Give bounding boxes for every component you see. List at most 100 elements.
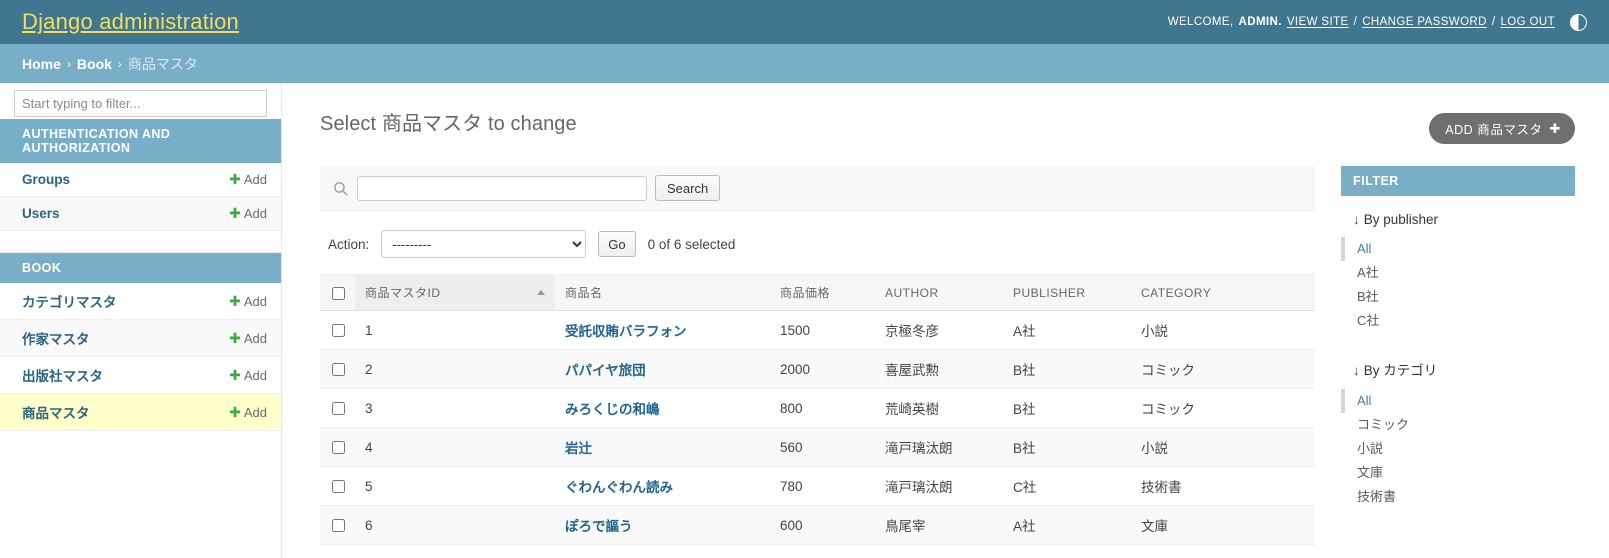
table-row[interactable]: 1 受託収賄バラフォン 1500 京極冬彦 A社 小説 <box>320 310 1315 350</box>
row-link[interactable]: みろくじの和嶋 <box>565 402 660 417</box>
row-link[interactable]: 岩辻 <box>565 441 592 456</box>
sidebar-add-users[interactable]: ✚ Add <box>229 205 267 222</box>
go-button[interactable]: Go <box>598 231 636 257</box>
select-all-header <box>320 274 355 311</box>
nav-filter-input[interactable] <box>14 90 267 117</box>
table-row[interactable]: 5 ぐわんぐわん読み 780 滝戸璃汰朗 C社 技術書 <box>320 466 1315 506</box>
sidebar-item-category-master[interactable]: カテゴリマスタ ✚ Add <box>0 283 281 320</box>
filter-option-category-bunko[interactable]: 文庫 <box>1341 461 1575 485</box>
column-header-id[interactable]: 商品マスタID <box>355 274 555 311</box>
table-row[interactable]: 2 パパイヤ旅団 2000 喜屋武勲 B社 コミック <box>320 349 1315 389</box>
breadcrumb: Home › Book › 商品マスタ <box>0 44 1609 83</box>
filter-group-title-category[interactable]: ↓ By カテゴリ <box>1341 343 1575 389</box>
table-row[interactable]: 4 岩辻 560 滝戸璃汰朗 B社 小説 <box>320 427 1315 467</box>
app-caption-auth[interactable]: AUTHENTICATION AND AUTHORIZATION <box>0 119 281 163</box>
filter-option-label[interactable]: C社 <box>1357 313 1379 328</box>
filter-list-category: All コミック 小説 文庫 技術書 <box>1341 389 1575 519</box>
filter-option-publisher-b[interactable]: B社 <box>1341 285 1575 309</box>
cell-category: コミック <box>1131 349 1315 389</box>
result-count: 6 商品マスタ <box>320 545 1315 558</box>
column-header-price[interactable]: 商品価格 <box>770 274 875 311</box>
filter-option-publisher-all[interactable]: All <box>1341 237 1575 261</box>
sidebar-add-author-master[interactable]: ✚ Add <box>229 330 267 347</box>
filter-option-category-comic[interactable]: コミック <box>1341 413 1575 437</box>
change-password-link[interactable]: CHANGE PASSWORD <box>1362 16 1487 28</box>
view-site-link[interactable]: VIEW SITE <box>1287 16 1349 28</box>
row-select-cell <box>320 466 355 506</box>
filter-option-label[interactable]: 技術書 <box>1357 489 1396 504</box>
app-caption-book[interactable]: BOOK <box>0 253 281 283</box>
cell-id: 2 <box>355 349 555 389</box>
cell-id: 1 <box>355 310 555 350</box>
plus-icon: ✚ <box>229 366 241 383</box>
filter-option-label[interactable]: All <box>1357 393 1371 408</box>
row-link[interactable]: パパイヤ旅団 <box>565 363 646 378</box>
plus-icon: ✚ <box>1549 120 1561 136</box>
sidebar-app-gap <box>0 231 281 253</box>
row-link[interactable]: 受託収賄バラフォン <box>565 324 687 339</box>
filter-option-category-novel[interactable]: 小説 <box>1341 437 1575 461</box>
filter-option-category-technical[interactable]: 技術書 <box>1341 485 1575 509</box>
sidebar-item-groups[interactable]: Groups ✚ Add <box>0 163 281 197</box>
sidebar-item-publisher-master-label[interactable]: 出版社マスタ <box>22 365 103 385</box>
log-out-link[interactable]: LOG OUT <box>1500 16 1555 28</box>
sidebar-add-publisher-master[interactable]: ✚ Add <box>229 367 267 384</box>
column-header-title[interactable]: 商品名 <box>555 274 770 311</box>
filter-option-label[interactable]: コミック <box>1357 417 1409 432</box>
column-header-category[interactable]: CATEGORY <box>1131 274 1315 311</box>
filter-option-category-all[interactable]: All <box>1341 389 1575 413</box>
cell-publisher: B社 <box>1003 349 1131 389</box>
cell-price: 800 <box>770 388 875 428</box>
theme-toggle-icon[interactable] <box>1570 13 1587 31</box>
select-all-checkbox[interactable] <box>332 286 345 300</box>
table-row[interactable]: 3 みろくじの和嶋 800 荒崎英樹 B社 コミック <box>320 388 1315 428</box>
filter-option-label[interactable]: A社 <box>1357 265 1379 280</box>
column-header-author[interactable]: AUTHOR <box>875 274 1003 311</box>
sidebar-add-product-master[interactable]: ✚ Add <box>229 404 267 421</box>
sidebar-item-category-master-label[interactable]: カテゴリマスタ <box>22 291 117 311</box>
row-checkbox[interactable] <box>332 363 345 377</box>
sidebar-item-users[interactable]: Users ✚ Add <box>0 197 281 231</box>
action-select[interactable]: --------- <box>381 230 587 258</box>
filter-option-label[interactable]: All <box>1357 241 1371 256</box>
row-checkbox[interactable] <box>332 441 345 455</box>
column-header-publisher[interactable]: PUBLISHER <box>1003 274 1131 311</box>
breadcrumb-app[interactable]: Book <box>77 56 112 72</box>
sidebar-item-product-master[interactable]: 商品マスタ ✚ Add <box>0 394 281 431</box>
table-row[interactable]: 6 ぽろで謳う 600 鳥尾宰 A社 文庫 <box>320 505 1315 545</box>
row-select-cell <box>320 310 355 350</box>
sidebar-empty-space <box>0 431 281 558</box>
sidebar-add-groups[interactable]: ✚ Add <box>229 171 267 188</box>
row-checkbox[interactable] <box>332 519 345 533</box>
row-link[interactable]: ぐわんぐわん読み <box>565 480 673 495</box>
sort-ascending-icon[interactable] <box>537 290 545 295</box>
sidebar-item-author-master[interactable]: 作家マスタ ✚ Add <box>0 320 281 357</box>
filter-option-publisher-a[interactable]: A社 <box>1341 261 1575 285</box>
sidebar-add-category-master[interactable]: ✚ Add <box>229 293 267 310</box>
row-checkbox[interactable] <box>332 402 345 416</box>
plus-icon: ✚ <box>229 171 241 187</box>
site-title[interactable]: Django administration <box>22 9 239 35</box>
nav-sidebar: AUTHENTICATION AND AUTHORIZATION Groups … <box>0 83 282 558</box>
filter-option-label[interactable]: 文庫 <box>1357 465 1383 480</box>
cell-title: ぐわんぐわん読み <box>555 466 770 506</box>
sidebar-item-users-label[interactable]: Users <box>22 206 60 221</box>
sidebar-add-author-master-label: Add <box>243 330 267 346</box>
add-product-master-button[interactable]: ADD 商品マスタ ✚ <box>1429 113 1575 144</box>
search-input[interactable] <box>357 175 647 201</box>
table-body: 1 受託収賄バラフォン 1500 京極冬彦 A社 小説 2 パパイヤ旅団 200… <box>320 310 1315 545</box>
breadcrumb-home[interactable]: Home <box>22 56 61 72</box>
row-link[interactable]: ぽろで謳う <box>565 519 633 534</box>
sidebar-item-product-master-label[interactable]: 商品マスタ <box>22 402 90 422</box>
row-checkbox[interactable] <box>332 480 345 494</box>
filter-option-publisher-c[interactable]: C社 <box>1341 309 1575 333</box>
row-checkbox[interactable] <box>332 324 345 338</box>
sidebar-item-author-master-label[interactable]: 作家マスタ <box>22 328 90 348</box>
sidebar-item-publisher-master[interactable]: 出版社マスタ ✚ Add <box>0 357 281 394</box>
object-tools: ADD 商品マスタ ✚ <box>1429 113 1575 144</box>
filter-option-label[interactable]: B社 <box>1357 289 1379 304</box>
filter-option-label[interactable]: 小説 <box>1357 441 1383 456</box>
search-button[interactable]: Search <box>655 175 721 201</box>
sidebar-item-groups-label[interactable]: Groups <box>22 172 70 187</box>
filter-group-title-publisher[interactable]: ↓ By publisher <box>1341 196 1575 237</box>
